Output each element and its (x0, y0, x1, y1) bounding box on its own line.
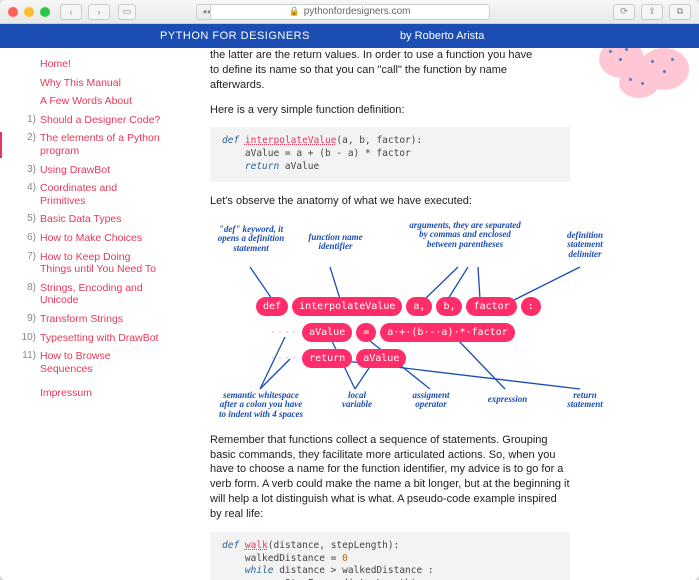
nav-why[interactable]: Why This Manual (40, 77, 121, 90)
pill-retval: aValue (356, 349, 406, 369)
label-fn-name: function name identifier (308, 233, 363, 252)
label-local-var: local variable (332, 391, 382, 410)
window-controls (8, 7, 50, 17)
pill-return: return (302, 349, 352, 369)
paragraph-intro: Here is a very simple function definitio… (210, 103, 540, 118)
site-header: PYTHON FOR DESIGNERS by Roberto Arista (0, 24, 699, 48)
site-author: by Roberto Arista (400, 30, 484, 42)
nav-ch10[interactable]: Typesetting with DrawBot (40, 332, 158, 345)
forward-button[interactable]: › (88, 4, 110, 20)
paragraph-lead: the latter are the return values. In ord… (210, 48, 540, 93)
pill-arg-factor: factor (466, 297, 516, 317)
label-return-stmt: return statement (555, 391, 615, 410)
nav-ch6[interactable]: How to Make Choices (40, 232, 142, 245)
nav-ch7[interactable]: How to Keep Doing Things until You Need … (40, 251, 162, 276)
minimize-window-button[interactable] (24, 7, 34, 17)
zoom-window-button[interactable] (40, 7, 50, 17)
label-whitespace: semantic whitespace after a colon you ha… (216, 391, 306, 419)
pill-def: def (256, 297, 288, 317)
label-def-keyword: "def" keyword, it opens a definition sta… (216, 225, 286, 253)
nav-ch8[interactable]: Strings, Encoding and Unicode (40, 282, 162, 307)
code-example-2: def walk(distance, stepLength): walkedDi… (210, 532, 570, 580)
back-button[interactable]: ‹ (60, 4, 82, 20)
lock-icon: 🔒 (289, 6, 300, 17)
address-bar[interactable]: 🔒 pythonfordesigners.com (210, 4, 490, 20)
decorative-shapes (589, 48, 699, 100)
label-assign-op: assigment operator (402, 391, 460, 410)
nav-ch2[interactable]: The elements of a Python program (40, 132, 162, 157)
code-example-1: def interpolateValue(a, b, factor): aVal… (210, 127, 570, 181)
pill-expr: a·+·(b·-·a)·*·factor (380, 323, 514, 343)
share-button[interactable]: ⇪ (641, 4, 663, 20)
nav-few-words[interactable]: A Few Words About (40, 95, 132, 108)
reload-button[interactable]: ⟳ (613, 4, 635, 20)
nav-ch9[interactable]: Transform Strings (40, 313, 123, 326)
nav-home[interactable]: Home! (40, 58, 71, 71)
pill-avalue: aValue (302, 323, 352, 343)
url-text: pythonfordesigners.com (304, 6, 411, 17)
nav-ch1[interactable]: Should a Designer Code? (40, 114, 160, 127)
paragraph-observe: Let's observe the anatomy of what we hav… (210, 194, 540, 209)
site-title[interactable]: PYTHON FOR DESIGNERS (160, 30, 310, 42)
nav-impressum[interactable]: Impressum (40, 387, 92, 400)
pill-colon: : (521, 297, 541, 317)
pill-fnname: interpolateValue (292, 297, 402, 317)
label-arguments: arguments, they are separated by commas … (405, 221, 525, 249)
browser-titlebar: ‹ › ▭ ••• 🔒 pythonfordesigners.com ⟳ ⇪ ⧉ (0, 0, 699, 24)
tabs-button[interactable]: ⧉ (669, 4, 691, 20)
pill-equals: = (356, 323, 376, 343)
pill-indent-1: ···· (270, 326, 298, 340)
nav-ch11[interactable]: How to Browse Sequences (40, 350, 162, 375)
sidebar-toggle-button[interactable]: ▭ (118, 4, 136, 20)
label-delimiter: definition statement delimiter (550, 231, 620, 259)
close-window-button[interactable] (8, 7, 18, 17)
chapter-nav: Home! Why This Manual A Few Words About … (0, 48, 170, 580)
function-anatomy-diagram: "def" keyword, it opens a definition sta… (210, 219, 630, 419)
nav-ch5[interactable]: Basic Data Types (40, 213, 122, 226)
nav-ch3[interactable]: Using DrawBot (40, 164, 110, 177)
pill-indent-2: ···· (270, 352, 298, 366)
nav-ch4[interactable]: Coordinates and Primitives (40, 182, 162, 207)
paragraph-remember: Remember that functions collect a sequen… (210, 433, 570, 522)
pill-arg-a: a, (406, 297, 432, 317)
pill-arg-b: b, (436, 297, 462, 317)
article-body: the latter are the return values. In ord… (170, 48, 699, 580)
label-expression: expression (480, 395, 535, 404)
